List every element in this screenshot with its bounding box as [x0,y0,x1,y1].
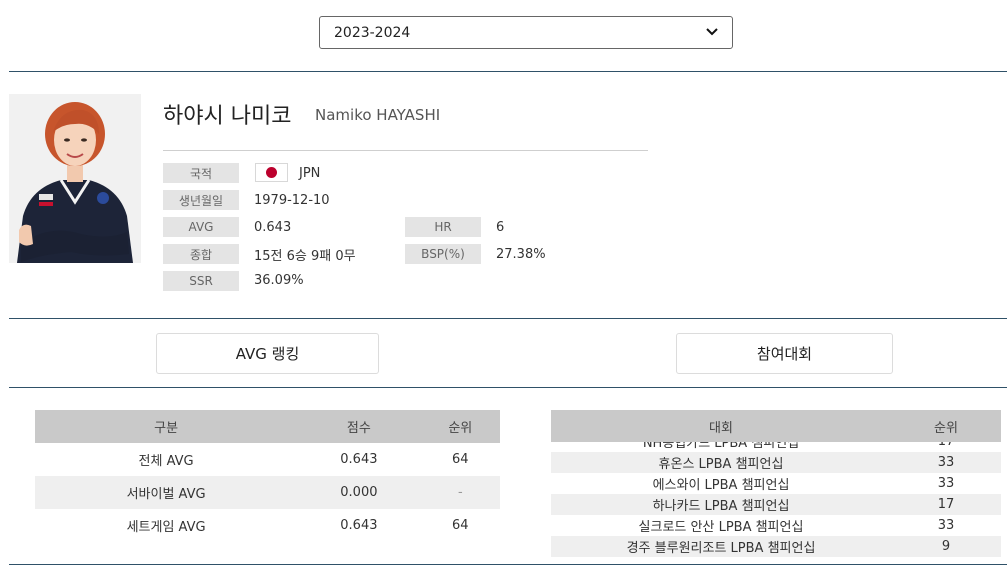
record-label: 종합 [163,244,239,264]
table-row: 휴온스 LPBA 챔피언십 33 [551,452,1001,473]
table-header-row: 구분 점수 순위 [35,410,500,443]
bsp-label: BSP(%) [405,244,481,264]
tournament-table[interactable]: 대회 순위 NH농협카드 LPBA 챔피언십 17 휴온스 LPBA 챔피언십 … [551,410,1001,558]
birthdate-value: 1979-12-10 [254,192,330,208]
table-cell: 0.643 [340,452,378,467]
nationality-label: 국적 [163,163,239,183]
table-cell: 세트게임 AVG [126,520,206,535]
nationality-value: JPN [299,165,321,181]
table-header-row: 대회 순위 [551,410,1001,442]
tournament-rank: 9 [941,539,951,554]
divider [9,71,1007,72]
table-cell: 전체 AVG [138,454,194,469]
tournament-list-scroll-area[interactable]: NH농협카드 LPBA 챔피언십 17 휴온스 LPBA 챔피언십 33 에스와… [551,442,1001,558]
hr-value: 6 [496,219,505,235]
avg-label: AVG [163,217,239,237]
table-cell: 64 [452,518,469,533]
tournament-name: 하나카드 LPBA 챔피언십 [652,499,790,514]
birthdate-label: 생년월일 [163,190,239,210]
table-row: 세트게임 AVG 0.643 64 [35,509,500,542]
tournament-name: 실크로드 안산 LPBA 챔피언십 [638,520,804,535]
tournament-name: 경주 블루원리조트 LPBA 챔피언십 [626,541,816,556]
tournament-rank: 33 [937,455,955,470]
divider [9,564,1007,565]
tournament-rank: 17 [891,442,1001,449]
table-row: 에스와이 LPBA 챔피언십 33 [551,473,1001,494]
avg-ranking-table: 구분 점수 순위 전체 AVG 0.643 64 서바이벌 AVG 0.000 … [35,410,500,542]
tournament-name: NH농협카드 LPBA 챔피언십 [642,442,800,451]
hr-label: HR [405,217,481,237]
name-divider [163,150,648,151]
bsp-value: 27.38% [496,246,546,262]
table-row: 경주 블루원리조트 LPBA 챔피언십 9 [551,536,1001,557]
tournament-name: 휴온스 LPBA 챔피언십 [658,457,784,472]
table-cell: 0.643 [340,518,378,533]
table-row: 서바이벌 AVG 0.000 - [35,476,500,509]
season-select[interactable]: 2023-2024 [319,16,733,49]
season-select-value: 2023-2024 [334,24,411,41]
ssr-value: 36.09% [254,272,304,288]
table-row: NH농협카드 LPBA 챔피언십 17 [551,442,1001,452]
column-header: 순위 [420,410,500,443]
table-row: 하나카드 LPBA 챔피언십 17 [551,494,1001,515]
tournament-rank: 33 [937,476,955,491]
player-name-english: Namiko HAYASHI [315,106,441,124]
ssr-label: SSR [163,271,239,291]
table-cell: 서바이벌 AVG [35,476,298,509]
table-cell: - [420,476,500,509]
player-name-korean: 하야시 나미코 [163,104,292,129]
table-cell: 0.000 [297,476,421,509]
column-header: 순위 [934,420,958,436]
divider [9,387,1007,388]
record-value: 15전 6승 9패 0무 [254,248,356,264]
chevron-down-icon [706,26,718,39]
column-header: 대회 [709,420,733,436]
tournament-name: 에스와이 LPBA 챔피언십 [652,478,790,493]
tournament-rank: 33 [937,518,955,533]
avg-value: 0.643 [254,219,292,235]
table-cell: 64 [452,452,469,467]
tab-avg-ranking[interactable]: AVG 랭킹 [156,333,379,374]
tournament-rank: 17 [937,497,955,512]
divider [9,318,1007,319]
column-header: 구분 [35,410,298,443]
table-row: 실크로드 안산 LPBA 챔피언십 33 [551,515,1001,536]
table-row: 전체 AVG 0.643 64 [35,443,500,476]
player-photo [9,94,141,263]
japan-flag-icon [255,163,288,182]
column-header: 점수 [297,410,421,443]
tab-tournaments[interactable]: 참여대회 [676,333,893,374]
